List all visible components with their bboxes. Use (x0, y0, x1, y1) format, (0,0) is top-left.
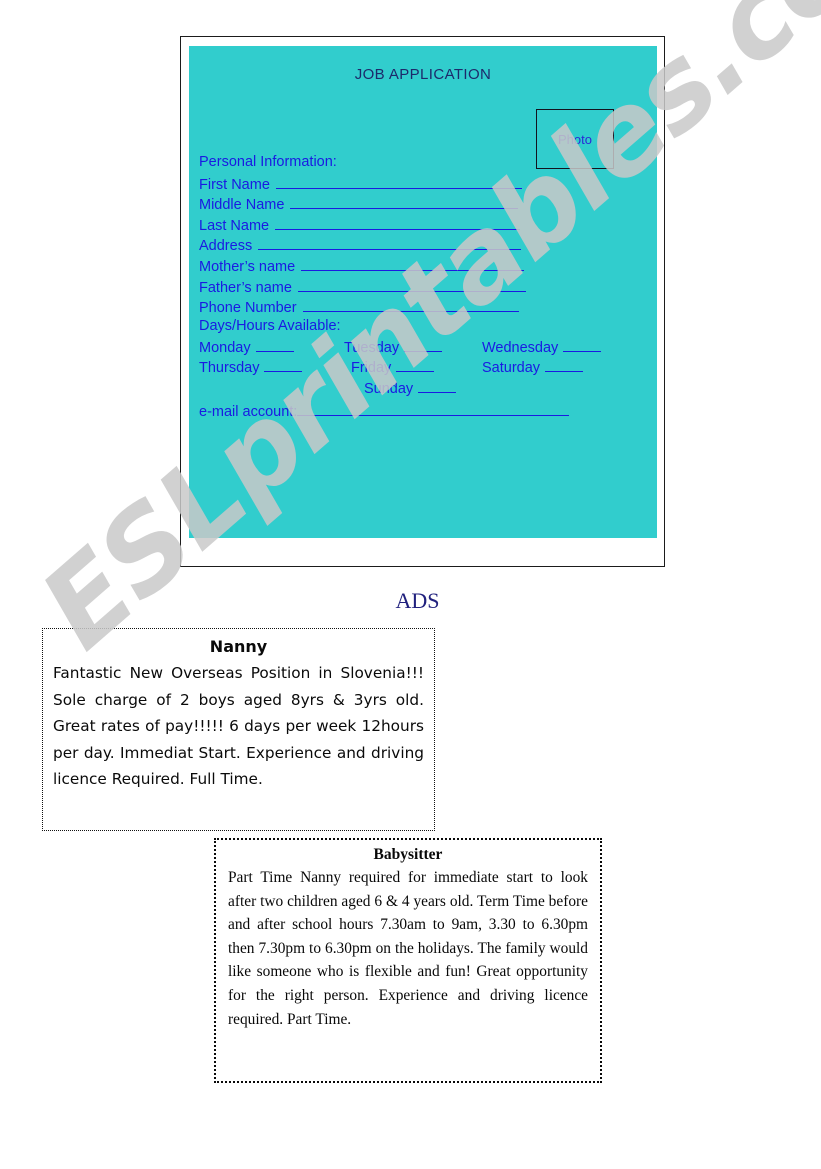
form-field-label: Phone Number (199, 300, 297, 317)
ad-title-nanny: Nanny (209, 637, 268, 656)
form-field-row: Address (199, 236, 649, 257)
day-hours-blank[interactable] (404, 339, 443, 352)
form-field-label: Mother’s name (199, 258, 296, 275)
day-cell: Sunday (364, 380, 457, 397)
form-field-blank[interactable] (301, 257, 525, 271)
ad-title-babysitter: Babysitter (373, 846, 443, 863)
photo-label: Photo (558, 131, 592, 147)
form-field-blank[interactable] (258, 236, 522, 251)
form-field-list: First Name Middle Name Last Name Address Mot… (199, 175, 649, 319)
day-hours-blank[interactable] (264, 359, 303, 373)
form-field-label: First Name (199, 176, 270, 193)
form-field-row: Phone Number (199, 298, 649, 319)
form-field-row: Middle Name (199, 195, 649, 216)
form-field-row: Last Name (199, 216, 649, 237)
personal-information-heading: Personal Information: (199, 154, 337, 170)
form-field-label: Address (199, 238, 253, 255)
form-field-label: Middle Name (199, 197, 285, 214)
ad-body-nanny: Fantastic New Overseas Position in Slove… (53, 664, 424, 789)
form-field-blank[interactable] (302, 298, 519, 313)
day-label: Thursday (199, 360, 260, 377)
day-cell: Thursday (199, 359, 303, 377)
day-cell: Tuesday (344, 339, 443, 356)
day-label: Wednesday (482, 339, 559, 356)
form-field-blank[interactable] (275, 216, 521, 230)
job-application-panel: JOB APPLICATION Photo Personal Informati… (189, 46, 657, 538)
ad-body-babysitter: Part Time Nanny required for immediate s… (228, 869, 588, 1028)
form-field-row: First Name (199, 175, 649, 196)
form-field-label: Father’s name (199, 279, 292, 296)
day-label: Saturday (482, 360, 541, 377)
job-application-card: JOB APPLICATION Photo Personal Informati… (180, 36, 665, 567)
day-row: Sunday (199, 380, 651, 401)
page-title: JOB APPLICATION (354, 66, 492, 83)
form-field-label: Last Name (199, 217, 270, 234)
day-cell: Friday (351, 359, 435, 377)
day-hours-blank[interactable] (563, 339, 602, 352)
email-field-row: e-mail account: (199, 402, 651, 420)
day-hours-blank[interactable] (545, 359, 584, 373)
ads-heading: ADS (395, 588, 440, 613)
form-field-blank[interactable] (275, 175, 522, 189)
form-field-blank[interactable] (290, 195, 519, 210)
day-checkbox-grid: Monday Tuesday Wednesday Thursday Friday Satu… (199, 339, 651, 401)
day-hours-blank[interactable] (418, 380, 457, 393)
day-cell: Monday (199, 339, 294, 356)
days-hours-section: Days/Hours Available: Monday Tuesday Wedne… (199, 318, 651, 400)
day-label: Sunday (364, 380, 414, 397)
personal-information-section: Personal Information: First Name Middle N… (199, 154, 649, 319)
form-field-row: Mother’s name (199, 257, 649, 278)
day-cell: Wednesday (482, 339, 602, 356)
ad-card-nanny: Nanny Fantastic New Overseas Position in… (42, 628, 435, 831)
day-row: Thursday Friday Saturday (199, 359, 651, 380)
day-hours-blank[interactable] (396, 359, 435, 373)
day-cell: Saturday (482, 359, 584, 377)
ad-card-babysitter: Babysitter Part Time Nanny required for … (214, 838, 602, 1083)
day-label: Monday (199, 339, 251, 356)
email-label: e-mail account: (199, 404, 298, 420)
day-hours-blank[interactable] (255, 339, 294, 352)
day-label: Friday (351, 360, 392, 377)
form-field-blank[interactable] (297, 278, 526, 292)
email-input-blank[interactable] (297, 402, 570, 416)
form-field-row: Father’s name (199, 278, 649, 299)
day-row: Monday Tuesday Wednesday (199, 339, 651, 360)
day-label: Tuesday (344, 339, 400, 356)
days-hours-heading: Days/Hours Available: (199, 318, 341, 334)
